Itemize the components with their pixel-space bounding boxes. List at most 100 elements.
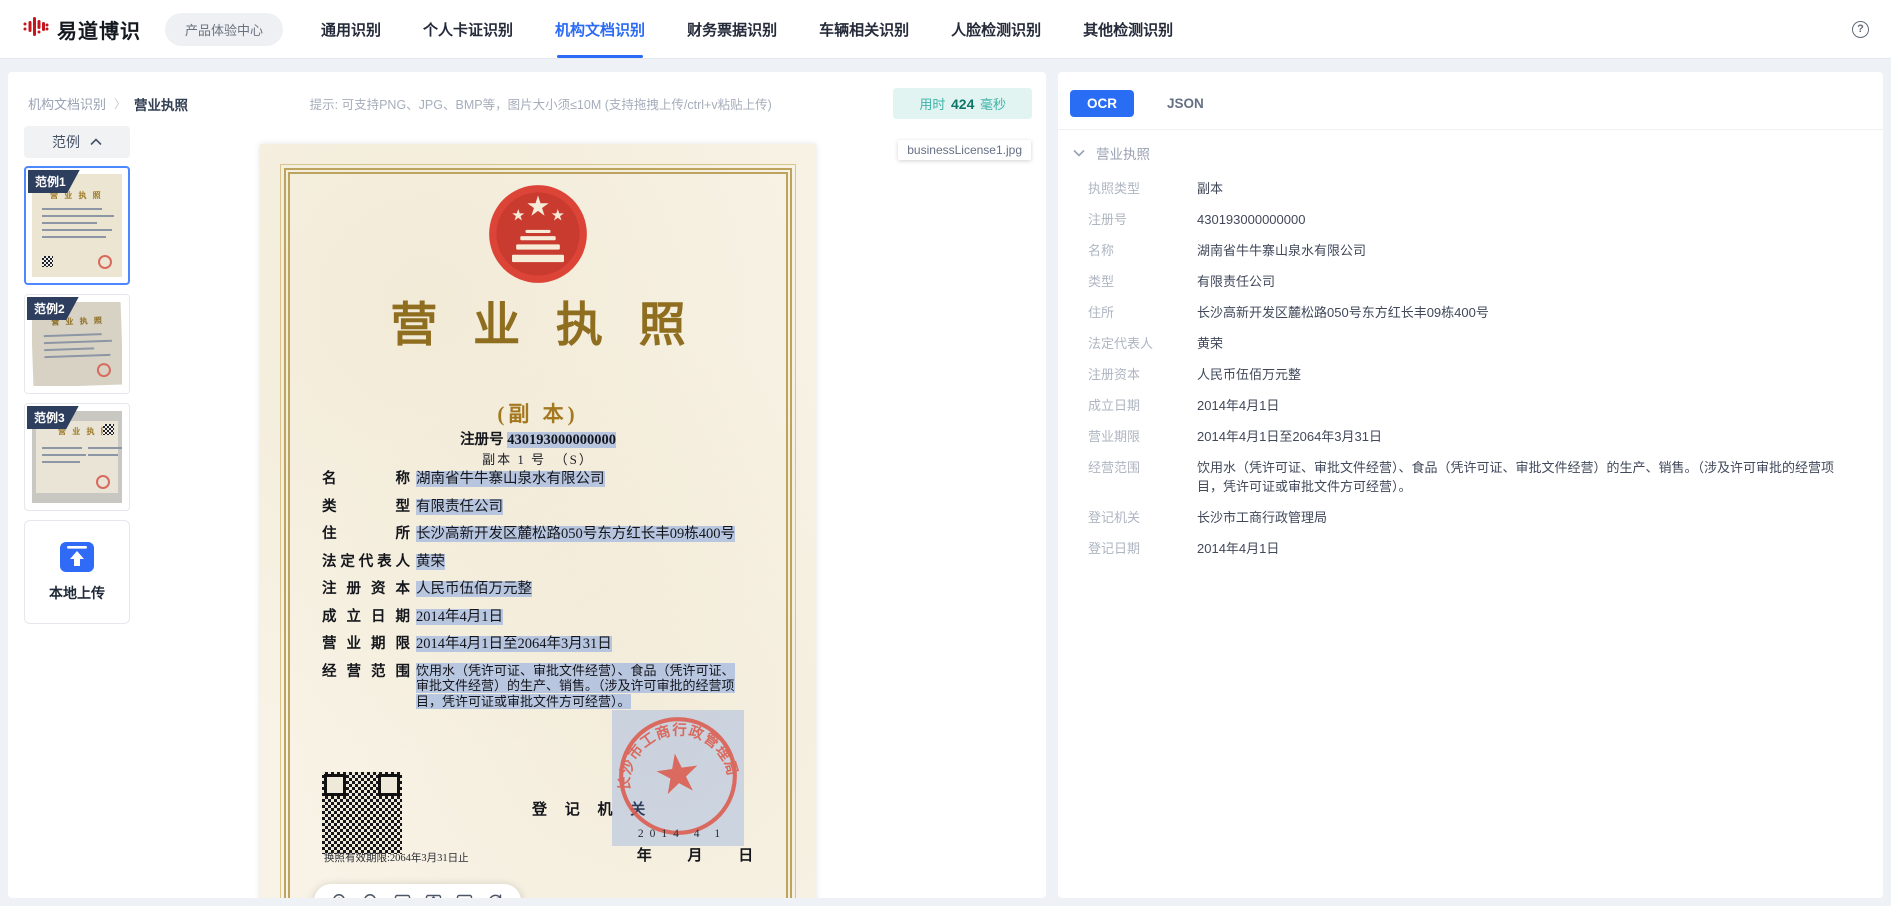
field-label: 法定代表人 [322,553,410,571]
field-value: 2014年4月1日 [416,609,503,625]
sample-thumbnail-2[interactable]: 范例2 营 业 执 照 [24,294,130,394]
result-value: 人民币伍佰万元整 [1197,365,1301,384]
license-title: 营 业 执 照 [260,286,816,355]
field-value: 湖南省牛牛寨山泉水有限公司 [416,471,605,487]
license-field-row: 住所 长沙高新开发区麓松路050号东方红长丰09栋400号 [322,525,762,543]
tab-json[interactable]: JSON [1150,90,1221,117]
field-value: 2014年4月1日至2064年3月31日 [416,636,612,652]
nav-item-general[interactable]: 通用识别 [321,0,381,58]
license-date-numbers: 2014 4 1 [612,828,752,840]
national-emblem-icon [486,182,590,286]
field-label: 名称 [322,470,410,488]
business-license-image: 营 业 执 照 (副 本) 注册号 430193000000000 副本 1 号… [260,144,816,898]
result-label: 成立日期 [1088,396,1197,415]
field-value: 黄荣 [416,554,445,570]
field-value: 长沙高新开发区麓松路050号东方红长丰09栋400号 [416,526,735,542]
license-field-row: 经营范围 饮用水（凭许可证、审批文件经营）、食品（凭许可证、审批文件经营）的生产… [322,663,762,710]
license-field-row: 成立日期 2014年4月1日 [322,608,762,626]
zoom-out-icon[interactable] [360,890,382,898]
result-section-header[interactable]: 营业执照 [1058,130,1883,167]
license-field-row: 名称 湖南省牛牛寨山泉水有限公司 [322,470,762,488]
nav-item-face-detect[interactable]: 人脸检测识别 [951,0,1041,58]
result-tabs: OCR JSON [1058,72,1883,129]
help-info-icon[interactable]: ? [1852,21,1869,38]
result-panel: OCR JSON 营业执照 执照类型 副本 注册号 43019300000000… [1058,72,1883,898]
license-field-row: 法定代表人 黄荣 [322,553,762,571]
result-value: 湖南省牛牛寨山泉水有限公司 [1197,241,1366,260]
fit-height-icon[interactable] [422,890,444,898]
nav-item-personal-card[interactable]: 个人卡证识别 [423,0,513,58]
breadcrumb-separator-icon: 〉 [114,95,126,112]
brand-logo[interactable]: 易道博识 [22,13,141,45]
result-row: 登记机关 长沙市工商行政管理局 [1088,508,1863,527]
field-value: 有限责任公司 [416,499,503,515]
result-row: 类型 有限责任公司 [1088,272,1863,291]
result-value: 430193000000000 [1197,210,1305,229]
result-row: 执照类型 副本 [1088,179,1863,198]
result-value: 饮用水（凭许可证、审批文件经营）、食品（凭许可证、审批文件经营）的生产、销售。（… [1197,458,1857,496]
field-label: 成立日期 [322,608,410,626]
chevron-up-icon [90,138,102,146]
result-row: 法定代表人 黄荣 [1088,334,1863,353]
recognition-panel: 机构文档识别 〉 营业执照 提示: 可支持PNG、JPG、BMP等，图片大小须≤… [8,72,1046,898]
nav-item-vehicle[interactable]: 车辆相关识别 [819,0,909,58]
result-label: 类型 [1088,272,1197,291]
license-field-row: 注册资本 人民币伍佰万元整 [322,580,762,598]
result-row: 住所 长沙高新开发区麓松路050号东方红长丰09栋400号 [1088,303,1863,322]
nav-item-finance-invoice[interactable]: 财务票据识别 [687,0,777,58]
official-red-stamp: 长沙市工商行政管理局 [608,706,748,846]
local-upload-button[interactable]: 本地上传 [24,520,130,624]
top-navbar: 易道博识 产品体验中心 通用识别 个人卡证识别 机构文档识别 财务票据识别 车辆… [0,0,1891,58]
sample-thumbnail-3[interactable]: 范例3 营 业 执 照 [24,403,130,511]
result-label: 注册资本 [1088,365,1197,384]
image-viewer: businessLicense1.jpg [136,112,1046,898]
timing-value: 424 [949,96,976,112]
result-label: 经营范围 [1088,458,1197,496]
result-value: 长沙高新开发区麓松路050号东方红长丰09栋400号 [1197,303,1489,322]
nav-item-other-detect[interactable]: 其他检测识别 [1083,0,1173,58]
result-value: 2014年4月1日 [1197,396,1279,415]
samples-sidebar: 范例 范例1 营 业 执 照 [24,126,130,624]
samples-collapse-header[interactable]: 范例 [24,126,130,158]
sample-thumbnail-1[interactable]: 范例1 营 业 执 照 [24,166,130,285]
viewer-toolbar: 1:1 [314,884,521,898]
field-label: 注册资本 [322,580,410,598]
license-field-row: 类型 有限责任公司 [322,498,762,516]
result-label: 登记日期 [1088,539,1197,558]
field-label: 经营范围 [322,663,410,710]
result-value: 有限责任公司 [1197,272,1275,291]
breadcrumb-parent[interactable]: 机构文档识别 [28,94,106,113]
license-subtitle: (副 本) [260,398,816,428]
result-section-title: 营业执照 [1096,143,1150,163]
brand-name: 易道博识 [57,15,141,44]
brand-logo-icon [22,13,49,45]
workspace: 机构文档识别 〉 营业执照 提示: 可支持PNG、JPG、BMP等，图片大小须≤… [0,58,1891,906]
registration-line: 注册号 430193000000000 [260,428,816,449]
chevron-down-icon [1073,149,1085,157]
license-fields: 名称 湖南省牛牛寨山泉水有限公司 类型 有限责任公司 住所 长沙高新开发区麓松路… [322,470,762,719]
rotate-icon[interactable] [484,890,506,898]
result-value: 2014年4月1日至2064年3月31日 [1197,427,1382,446]
upload-label: 本地上传 [49,583,105,603]
result-label: 法定代表人 [1088,334,1197,353]
breadcrumb-current: 营业执照 [134,94,188,114]
field-value: 人民币伍佰万元整 [416,581,532,597]
result-label: 名称 [1088,241,1197,260]
field-label: 住所 [322,525,410,543]
actual-size-icon[interactable]: 1:1 [453,890,475,898]
tab-ocr[interactable]: OCR [1070,90,1134,117]
filename-tag: businessLicense1.jpg [898,140,1031,160]
result-value: 黄荣 [1197,334,1223,353]
nav-item-org-document[interactable]: 机构文档识别 [555,0,645,58]
field-label: 类型 [322,498,410,516]
license-field-row: 营业期限 2014年4月1日至2064年3月31日 [322,635,762,653]
result-value: 长沙市工商行政管理局 [1197,508,1327,527]
zoom-in-icon[interactable] [329,890,351,898]
product-center-badge: 产品体验中心 [165,13,283,46]
fit-width-icon[interactable] [391,890,413,898]
qr-code [322,772,402,854]
result-row: 名称 湖南省牛牛寨山泉水有限公司 [1088,241,1863,260]
field-value: 饮用水（凭许可证、审批文件经营）、食品（凭许可证、审批文件经营）的生产、销售。（… [416,663,735,709]
result-row: 登记日期 2014年4月1日 [1088,539,1863,558]
result-label: 注册号 [1088,210,1197,229]
